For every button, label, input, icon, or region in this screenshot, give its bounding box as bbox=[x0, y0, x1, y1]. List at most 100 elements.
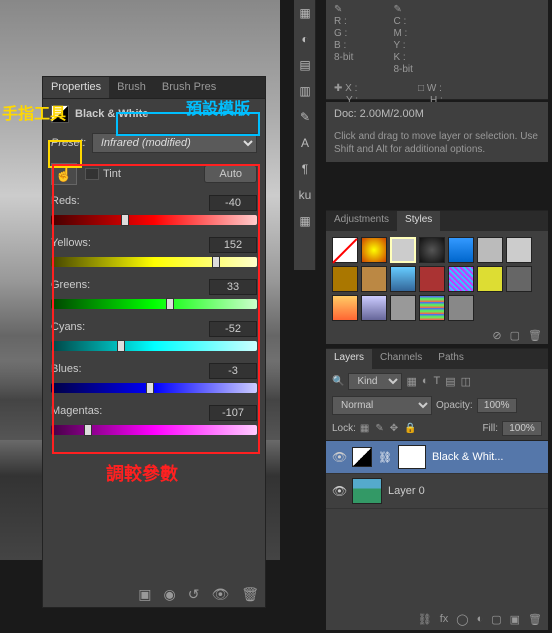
delete-layer-icon[interactable]: 🗑 bbox=[528, 613, 542, 626]
info-g: G : bbox=[334, 28, 353, 39]
info-c: C : bbox=[393, 16, 412, 27]
style-swatch[interactable] bbox=[390, 295, 416, 321]
vertical-toolbar: ▦ ◐ ▤ ▥ ✎ A ¶ ku ▦ bbox=[294, 0, 316, 270]
tab-adjustments[interactable]: Adjustments bbox=[326, 211, 397, 231]
style-swatch[interactable] bbox=[361, 266, 387, 292]
character-icon[interactable]: A bbox=[296, 134, 314, 152]
paragraph-icon[interactable]: ¶ bbox=[296, 160, 314, 178]
lock-all-icon[interactable]: 🔒 bbox=[404, 423, 416, 434]
info-r: R : bbox=[334, 16, 353, 27]
style-swatch[interactable] bbox=[332, 295, 358, 321]
annotation-box-params bbox=[52, 164, 260, 454]
delete-style-icon[interactable]: 🗑 bbox=[528, 329, 542, 342]
view-previous-icon[interactable]: ◉ bbox=[163, 586, 175, 603]
histogram-icon[interactable]: ▦ bbox=[296, 4, 314, 22]
channels-icon[interactable]: ▥ bbox=[296, 82, 314, 100]
opacity-input[interactable] bbox=[477, 398, 517, 413]
kuler-icon[interactable]: ku bbox=[296, 186, 314, 204]
info-b: B : bbox=[334, 40, 353, 51]
info-y: Y : bbox=[393, 40, 412, 51]
eyedropper-icon-2: ✎ bbox=[393, 4, 412, 15]
style-swatch[interactable] bbox=[361, 237, 387, 263]
annotation-hand-tool: 手指工具 bbox=[2, 100, 66, 124]
clear-style-icon[interactable]: ⊘ bbox=[492, 329, 501, 342]
filter-shape-icon[interactable]: ▤ bbox=[445, 375, 455, 388]
layer-thumb[interactable] bbox=[352, 478, 382, 504]
tab-channels[interactable]: Channels bbox=[372, 349, 430, 369]
new-style-icon[interactable]: ▢ bbox=[510, 329, 520, 342]
doc-info: Doc: 2.00M/2.00M Click and drag to move … bbox=[326, 102, 548, 162]
opacity-label: Opacity: bbox=[436, 400, 473, 411]
paths-icon[interactable]: ✎ bbox=[296, 108, 314, 126]
properties-footer: ▣ ◉ ↺ 👁 🗑 bbox=[138, 586, 259, 603]
doc-hint: Click and drag to move layer or selectio… bbox=[334, 130, 540, 156]
tab-styles[interactable]: Styles bbox=[397, 211, 440, 231]
adjustment-thumb[interactable] bbox=[352, 447, 372, 467]
style-swatch[interactable] bbox=[419, 237, 445, 263]
style-swatch[interactable] bbox=[506, 237, 532, 263]
eyedropper-icon: ✎ bbox=[334, 4, 353, 15]
filter-pixel-icon[interactable]: ▦ bbox=[406, 375, 416, 388]
style-swatch[interactable] bbox=[448, 266, 474, 292]
lock-transparency-icon[interactable]: ▦ bbox=[360, 423, 369, 434]
layer-name: Black & Whit... bbox=[432, 451, 504, 463]
tab-properties[interactable]: Properties bbox=[43, 77, 109, 98]
layers-panel: Layers Channels Paths 🔍 Kind ▦ ◐ T ▤ ◫ N… bbox=[326, 348, 548, 630]
info-m: M : bbox=[393, 28, 412, 39]
info-x: X : bbox=[345, 83, 357, 94]
annotation-params: 調較參數 bbox=[106, 460, 178, 486]
delete-icon[interactable]: 🗑 bbox=[241, 586, 259, 603]
clip-icon[interactable]: ▣ bbox=[138, 586, 151, 603]
style-swatch[interactable] bbox=[448, 237, 474, 263]
info-bit-1: 8-bit bbox=[334, 52, 353, 63]
tab-brush[interactable]: Brush bbox=[109, 77, 154, 98]
style-swatch[interactable] bbox=[390, 266, 416, 292]
new-layer-icon[interactable]: ▣ bbox=[510, 613, 520, 626]
style-swatch[interactable] bbox=[448, 295, 474, 321]
lock-position-icon[interactable]: ✥ bbox=[390, 423, 398, 434]
layer-name: Layer 0 bbox=[388, 485, 425, 497]
adjustments-icon[interactable]: ◐ bbox=[296, 30, 314, 48]
fill-label: Fill: bbox=[482, 423, 498, 434]
blend-mode-select[interactable]: Normal bbox=[332, 396, 432, 415]
link-layers-icon[interactable]: ⛓ bbox=[418, 613, 432, 626]
fx-icon[interactable]: fx bbox=[440, 613, 449, 626]
styles-grid bbox=[326, 231, 548, 327]
visibility-toggle[interactable]: 👁 bbox=[332, 450, 346, 464]
reset-icon[interactable]: ↺ bbox=[188, 586, 200, 603]
layers-icon[interactable]: ▤ bbox=[296, 56, 314, 74]
tab-paths[interactable]: Paths bbox=[430, 349, 472, 369]
style-swatch[interactable] bbox=[477, 237, 503, 263]
info-w: W : bbox=[427, 83, 442, 94]
style-swatch[interactable] bbox=[419, 295, 445, 321]
preset-select[interactable]: Infrared (modified) bbox=[92, 133, 257, 153]
style-swatch[interactable] bbox=[419, 266, 445, 292]
swatches-icon[interactable]: ▦ bbox=[296, 212, 314, 230]
fill-input[interactable] bbox=[502, 421, 542, 436]
lock-pixels-icon[interactable]: ✎ bbox=[375, 423, 383, 434]
mask-thumb[interactable] bbox=[398, 445, 426, 469]
style-swatch[interactable] bbox=[390, 237, 416, 263]
info-bit-2: 8-bit bbox=[393, 64, 412, 75]
style-none[interactable] bbox=[332, 237, 358, 263]
style-swatch[interactable] bbox=[506, 266, 532, 292]
link-icon[interactable]: ⛓ bbox=[378, 451, 392, 464]
info-k: K : bbox=[393, 52, 412, 63]
style-swatch[interactable] bbox=[361, 295, 387, 321]
filter-kind-select[interactable]: Kind bbox=[348, 373, 402, 390]
filter-adjustment-icon[interactable]: ◐ bbox=[422, 375, 429, 388]
style-swatch[interactable] bbox=[332, 266, 358, 292]
visibility-icon[interactable]: 👁 bbox=[211, 586, 229, 603]
doc-size: Doc: 2.00M/2.00M bbox=[334, 108, 540, 120]
style-swatch[interactable] bbox=[477, 266, 503, 292]
layer-item-0[interactable]: 👁 Layer 0 bbox=[326, 474, 548, 509]
fill-adjustment-icon[interactable]: ◐ bbox=[477, 613, 484, 626]
tab-layers[interactable]: Layers bbox=[326, 349, 372, 369]
visibility-toggle[interactable]: 👁 bbox=[332, 484, 346, 498]
filter-smart-icon[interactable]: ◫ bbox=[461, 375, 471, 388]
group-icon[interactable]: ▢ bbox=[491, 613, 501, 626]
layer-item-bw[interactable]: 👁 ⛓ Black & Whit... bbox=[326, 441, 548, 474]
filter-type-icon[interactable]: T bbox=[434, 375, 441, 388]
mask-icon[interactable]: ◯ bbox=[456, 613, 468, 626]
annotation-box-preset bbox=[116, 112, 260, 136]
